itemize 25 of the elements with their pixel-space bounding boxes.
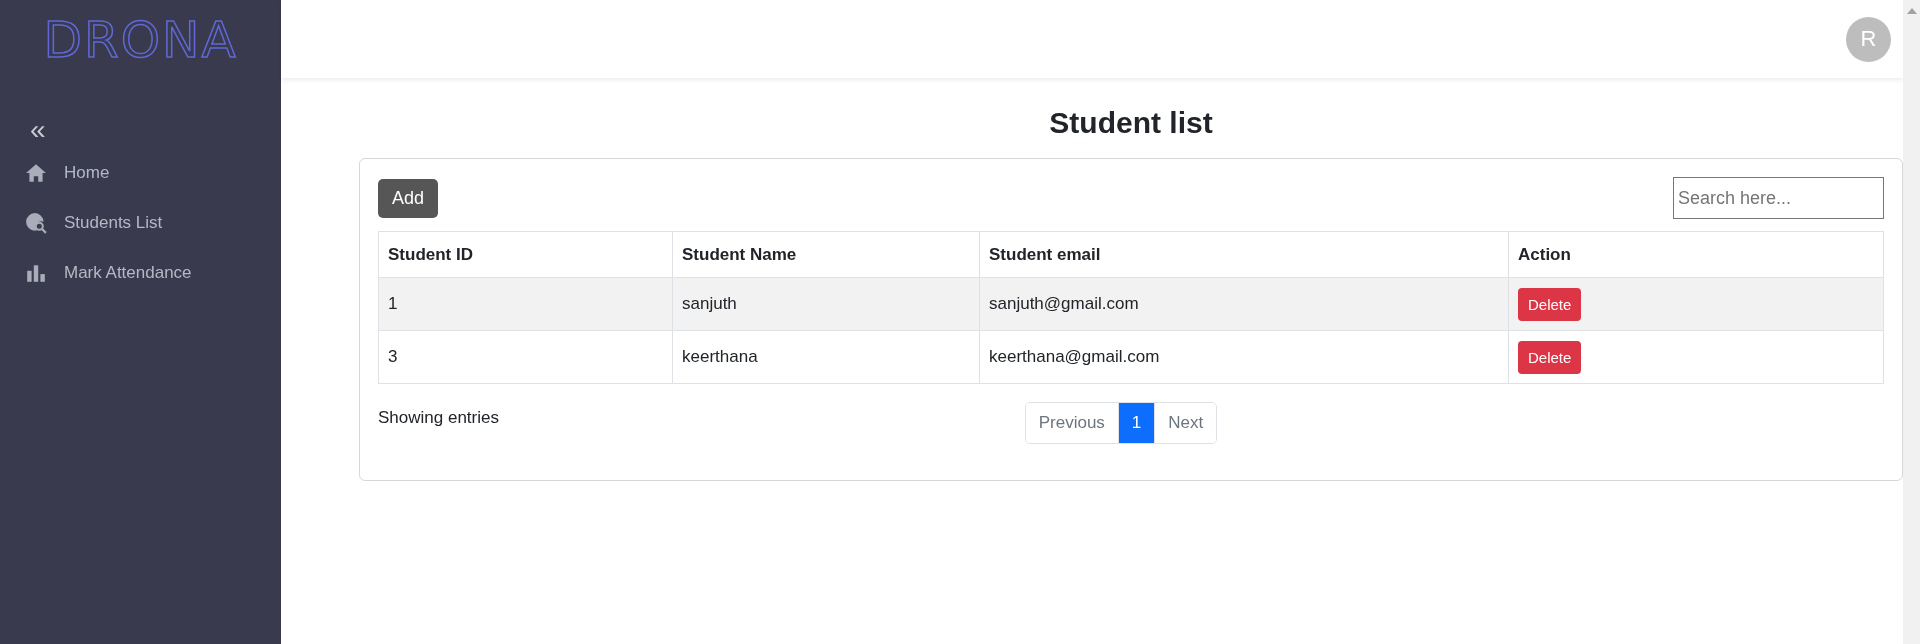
table-cell: sanjuth@gmail.com: [979, 277, 1509, 331]
table-cell: 3: [378, 330, 673, 384]
home-icon: [25, 162, 47, 184]
collapse-button[interactable]: «: [28, 116, 48, 144]
delete-button[interactable]: Delete: [1518, 340, 1582, 374]
search-field[interactable]: Search here...: [1673, 177, 1884, 219]
column-header: Student email: [979, 231, 1509, 278]
page-button[interactable]: 1: [1117, 403, 1156, 443]
entries-info: Showing entries: [378, 408, 500, 428]
table-cell: sanjuth: [672, 277, 980, 331]
globe-search-icon: [25, 212, 47, 234]
page-title: Student list: [1048, 106, 1214, 140]
table-cell: keerthana@gmail.com: [979, 330, 1509, 384]
add-button[interactable]: Add: [378, 178, 439, 218]
table-cell: 1: [378, 277, 673, 331]
table-cell: keerthana: [672, 330, 980, 384]
column-header: Action: [1508, 231, 1884, 278]
sidebar-item[interactable]: Home: [0, 148, 281, 198]
column-header: Student Name: [672, 231, 980, 278]
sidebar-item[interactable]: Students List: [0, 198, 281, 248]
column-header: Student ID: [378, 231, 673, 278]
delete-button[interactable]: Delete: [1518, 287, 1582, 321]
sidebar-item[interactable]: Mark Attendance: [0, 248, 281, 298]
logo: DRONA: [43, 12, 238, 68]
bar-chart-icon: [25, 262, 47, 284]
